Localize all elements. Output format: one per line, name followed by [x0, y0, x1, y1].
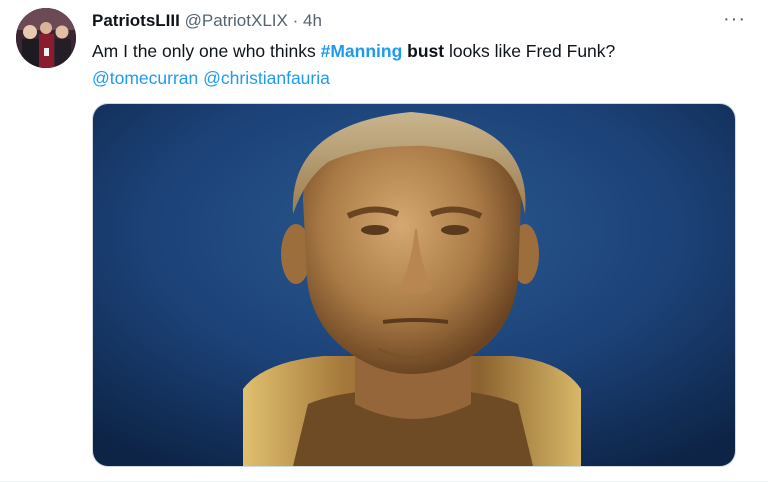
user-handle[interactable]: @PatriotXLIX	[185, 11, 288, 30]
display-name[interactable]: PatriotsLIII	[92, 11, 180, 30]
text-part: Am I the only one who thinks	[92, 41, 321, 61]
tweet-card[interactable]: PatriotsLIII @PatriotXLIX · 4h ··· Am I …	[0, 0, 768, 482]
mention-link[interactable]: @christianfauria	[203, 68, 330, 88]
avatar-photo	[16, 8, 76, 68]
bold-word: bust	[407, 41, 445, 61]
mention-link[interactable]: @tomecurran	[92, 68, 198, 88]
text-part: looks like Fred Funk?	[444, 41, 616, 61]
separator-dot: ·	[292, 11, 299, 30]
tweet-header: PatriotsLIII @PatriotXLIX · 4h	[92, 10, 322, 32]
timestamp[interactable]: 4h	[303, 11, 322, 30]
avatar[interactable]	[16, 8, 76, 68]
more-options-icon[interactable]: ···	[723, 8, 746, 31]
tweet-text: Am I the only one who thinks #Manning bu…	[92, 38, 742, 92]
bust-photo	[93, 104, 735, 466]
hashtag-link[interactable]: #Manning	[321, 41, 403, 61]
tweet-media[interactable]	[92, 103, 736, 467]
